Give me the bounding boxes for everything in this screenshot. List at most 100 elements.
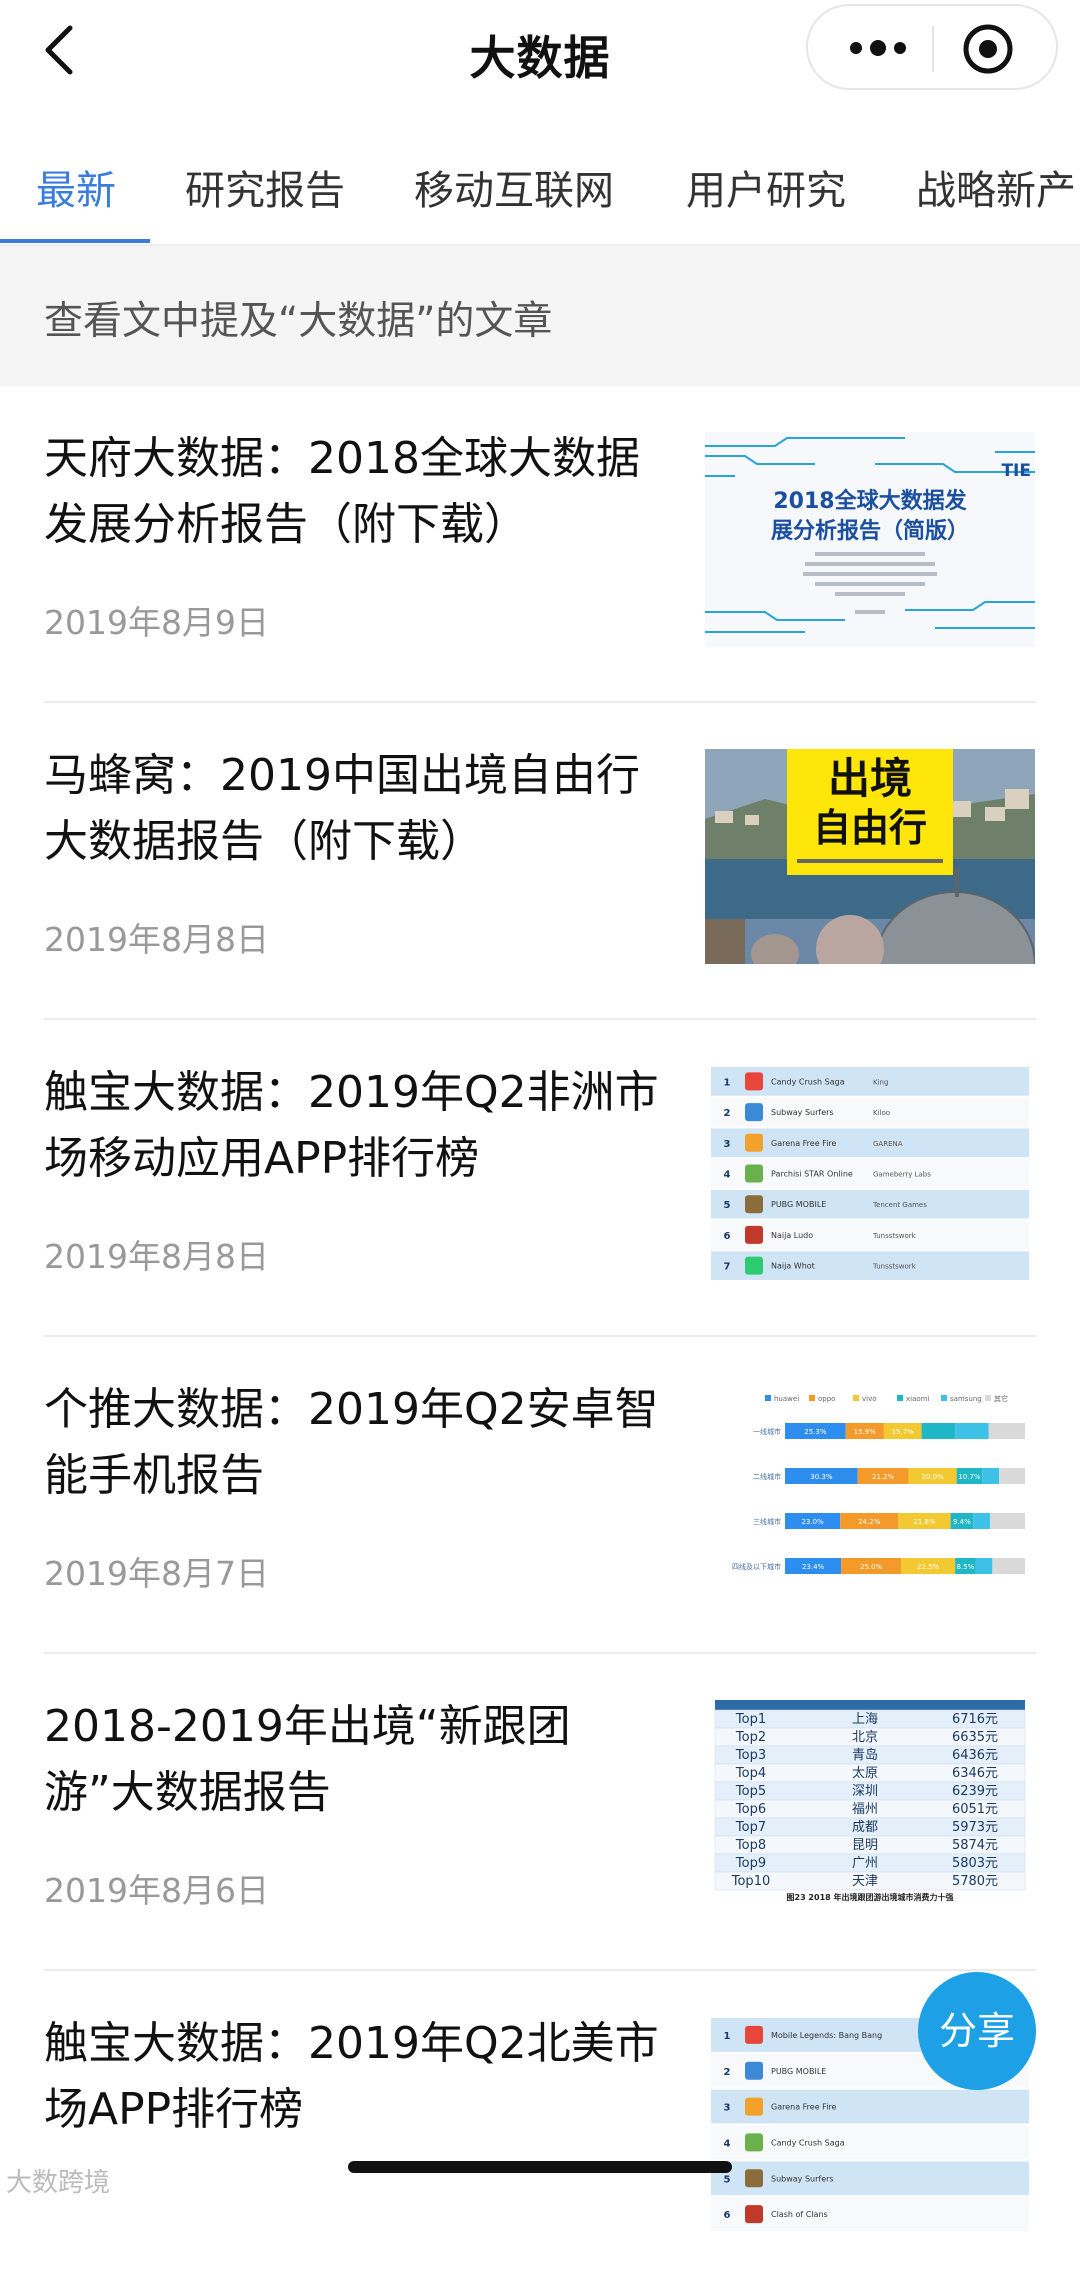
article-title: 天府大数据：2018全球大数据发展分析报告（附下载） xyxy=(44,433,640,550)
data-label: 20.0% xyxy=(921,1473,944,1481)
rank-label: Top7 xyxy=(735,1820,766,1835)
legend-label: oppo xyxy=(818,1395,835,1403)
app-name: Mobile Legends: Bang Bang xyxy=(771,2031,882,2040)
thumbnail-headline: 2018全球大数据发 xyxy=(773,488,967,514)
more-options-icon[interactable] xyxy=(838,24,918,72)
city-name: 成都 xyxy=(852,1820,878,1835)
tab-mobile-internet[interactable]: 移动互联网 xyxy=(414,158,614,216)
data-label: 8.5% xyxy=(956,1563,974,1571)
tab-research-reports[interactable]: 研究报告 xyxy=(185,158,345,216)
article-item[interactable]: 天府大数据：2018全球大数据发展分析报告（附下载） 2019年8月9日 TIE… xyxy=(0,386,1080,703)
developer-name: Tencent Games xyxy=(872,1201,927,1209)
thumbnail-headline: 出境 xyxy=(828,754,912,803)
stacked-bar-segment xyxy=(955,1423,989,1439)
rank-label: 7 xyxy=(724,1262,731,1273)
data-label: 30.3% xyxy=(810,1473,833,1481)
data-label: 23.0% xyxy=(801,1518,824,1526)
city-name: 上海 xyxy=(852,1712,878,1727)
app-name: Subway Surfers xyxy=(771,2174,834,2183)
legend-swatch xyxy=(853,1395,859,1401)
data-label: 25.3% xyxy=(804,1428,827,1436)
app-icon xyxy=(745,2133,763,2152)
spending-value: 5780元 xyxy=(952,1874,998,1889)
rank-label: 4 xyxy=(724,1170,731,1181)
rank-label: Top6 xyxy=(735,1802,766,1817)
spending-value: 5973元 xyxy=(952,1820,998,1835)
rank-label: Top3 xyxy=(735,1748,766,1763)
data-label: 25.0% xyxy=(860,1563,883,1571)
developer-name: King xyxy=(873,1078,888,1086)
spending-value: 6239元 xyxy=(952,1784,998,1799)
home-indicator[interactable] xyxy=(348,2161,732,2173)
city-name: 北京 xyxy=(852,1730,878,1745)
app-name: Parchisi STAR Online xyxy=(771,1170,853,1179)
rank-label: Top1 xyxy=(735,1712,766,1727)
stacked-bar-segment xyxy=(992,1558,1025,1574)
tab-user-research[interactable]: 用户研究 xyxy=(686,158,846,216)
tab-strategic-new-industries[interactable]: 战略新产 xyxy=(916,158,1076,216)
data-label: 24.2% xyxy=(858,1518,881,1526)
app-icon xyxy=(745,1072,763,1091)
app-icon xyxy=(745,1195,763,1214)
rank-label: Top5 xyxy=(735,1784,766,1799)
data-label: 10.7% xyxy=(958,1473,981,1481)
rank-label: Top10 xyxy=(731,1874,770,1889)
rank-label: 2 xyxy=(724,1108,731,1119)
stacked-bar-segment xyxy=(921,1423,956,1439)
legend-swatch xyxy=(985,1395,991,1401)
rank-label: 5 xyxy=(724,2174,731,2185)
spending-value: 5803元 xyxy=(952,1856,998,1871)
stacked-bar-segment xyxy=(973,1513,990,1529)
article-item[interactable]: 马蜂窝：2019中国出境自由行大数据报告（附下载） 2019年8月8日 出境 自… xyxy=(0,703,1080,1020)
rank-label: 4 xyxy=(724,2138,731,2149)
app-name: Candy Crush Saga xyxy=(771,2138,845,2147)
rank-label: Top8 xyxy=(735,1838,766,1853)
app-icon xyxy=(745,2025,763,2044)
rank-label: 6 xyxy=(724,2210,731,2221)
city-name: 深圳 xyxy=(852,1784,878,1799)
category-label: 四线及以下城市 xyxy=(732,1562,781,1571)
category-label: 二线城市 xyxy=(753,1472,781,1481)
article-thumbnail: Top1 上海 6716元 Top2 北京 6635元 Top3 青岛 6436元 Top4 太原 6… xyxy=(705,1700,1035,1915)
legend-swatch xyxy=(809,1395,815,1401)
article-item[interactable]: 个推大数据：2019年Q2安卓智能手机报告 2019年8月7日 huawei op… xyxy=(0,1337,1080,1654)
close-miniprogram-icon[interactable] xyxy=(960,21,1016,77)
article-title: 触宝大数据：2019年Q2北美市场APP排行榜 xyxy=(44,2018,659,2135)
rank-label: Top2 xyxy=(735,1730,766,1745)
data-label: 23.4% xyxy=(802,1563,825,1571)
app-name: PUBG MOBILE xyxy=(771,2067,826,2076)
article-date: 2019年8月8日 xyxy=(44,1237,269,1276)
data-label: 21.8% xyxy=(913,1518,936,1526)
article-item[interactable]: 2018-2019年出境“新跟团游”大数据报告 2019年8月6日 Top1 上海… xyxy=(0,1654,1080,1971)
article-date: 2019年8月8日 xyxy=(44,920,269,959)
spending-value: 6051元 xyxy=(952,1802,998,1817)
category-label: 一线城市 xyxy=(753,1427,781,1436)
rank-label: 5 xyxy=(724,1200,731,1211)
developer-name: Tunsstswork xyxy=(872,1263,917,1271)
article-thumbnail: TIE 2018全球大数据发 展分析报告（简版） xyxy=(705,432,1035,647)
legend-label: samsung xyxy=(950,1395,982,1403)
data-label: 22.5% xyxy=(917,1563,940,1571)
rank-label: Top9 xyxy=(735,1856,766,1871)
article-date: 2019年8月9日 xyxy=(44,603,269,642)
rank-label: 2 xyxy=(724,2067,731,2078)
developer-name: Tunsstswork xyxy=(872,1232,917,1240)
article-item[interactable]: 触宝大数据：2019年Q2北美市场APP排行榜 1 Mobile Legends:… xyxy=(0,1971,1080,2288)
stacked-bar-segment xyxy=(975,1558,993,1574)
share-button[interactable]: 分享 xyxy=(918,1972,1036,2090)
tab-latest[interactable]: 最新 xyxy=(36,158,116,216)
article-item[interactable]: 触宝大数据：2019年Q2非洲市场移动应用APP排行榜 2019年8月8日 1 C… xyxy=(0,1020,1080,1337)
rank-label: 1 xyxy=(724,2031,731,2042)
thumbnail-headline: 展分析报告（简版） xyxy=(771,518,969,544)
app-icon xyxy=(745,2205,763,2224)
city-name: 青岛 xyxy=(852,1747,878,1763)
app-name: Naija Ludo xyxy=(771,1231,813,1240)
app-icon xyxy=(745,2169,763,2188)
article-title: 2018-2019年出境“新跟团游”大数据报告 xyxy=(44,1701,571,1818)
stacked-bar-segment xyxy=(988,1423,1025,1439)
app-name: Garena Free Fire xyxy=(771,1139,837,1148)
legend-swatch xyxy=(941,1395,947,1401)
spending-value: 5874元 xyxy=(952,1838,998,1853)
legend-label: huawei xyxy=(774,1395,799,1403)
capsule-divider xyxy=(932,26,934,72)
